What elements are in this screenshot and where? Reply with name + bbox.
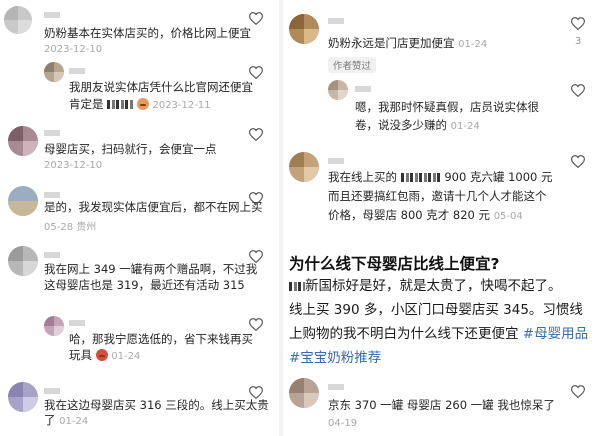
emoji-icon: [95, 349, 108, 361]
commenter-name[interactable]: [328, 382, 346, 393]
obfuscated-text: [107, 100, 134, 109]
obfuscated-text: [400, 173, 441, 182]
commenter-name[interactable]: [44, 128, 62, 139]
post-line-1: 新国标好是好，就是太贵了，快喝不起了。: [289, 274, 597, 298]
comment-date: 04-19: [328, 418, 358, 429]
replier-name[interactable]: [355, 84, 373, 95]
commenter-name[interactable]: [328, 156, 346, 167]
commenter-avatar[interactable]: [4, 6, 32, 34]
comment-date: 2023-12-10: [44, 44, 103, 55]
author-liked-badge: 作者赞过: [328, 57, 377, 73]
comment-text-line-1: 我在线上买的 900 克六罐 1000 元: [328, 170, 553, 184]
replier-avatar[interactable]: [44, 62, 64, 82]
comment-text: 是的，我发现实体店便宜后，都不在网上买: [44, 200, 263, 214]
comment-text-line-3: 价格，母婴店 800 克才 820 元 05-04: [328, 208, 523, 222]
reply-text-line-2: 玩具 01-24: [69, 348, 141, 362]
commenter-avatar[interactable]: [289, 378, 319, 408]
left-comment-panel: 奶粉基本在实体店买的，价格比网上便宜 2023-12-10 我朋友说实体店凭什么…: [0, 0, 279, 436]
commenter-avatar[interactable]: [8, 126, 38, 156]
like-heart-icon[interactable]: [571, 17, 585, 30]
like-heart-icon[interactable]: [249, 250, 263, 263]
like-heart-icon[interactable]: [571, 155, 585, 168]
post-line-3: 上购物的我不明白为什么线下还更便宜 #母婴用品: [289, 326, 589, 342]
comment-text-line-2: 这母婴店也是 319，最近还有活动 315: [44, 278, 245, 292]
commenter-avatar[interactable]: [289, 14, 319, 44]
comment-text-line-2: 而且还要搞红包雨，邀请十几个人才能这个: [328, 189, 547, 203]
right-post-panel: 奶粉永远是门店更加便宜 01-24 作者赞过 3 嗯，我那时怀疑真假，店员说实体…: [283, 0, 600, 436]
like-count: 3: [575, 36, 582, 47]
commenter-avatar[interactable]: [289, 152, 319, 182]
comment-text: 奶粉永远是门店更加便宜 01-24: [328, 36, 488, 50]
commenter-avatar[interactable]: [8, 186, 38, 216]
obfuscated-text: [289, 281, 305, 291]
like-heart-icon[interactable]: [249, 192, 263, 205]
replier-name[interactable]: [69, 66, 87, 77]
comment-date-location: 05-28 贵州: [44, 222, 97, 233]
comment-text-line-2: 了 01-24: [44, 413, 89, 427]
reply-text-line-1: 嗯，我那时怀疑真假，店员说实体很: [355, 100, 539, 114]
emoji-icon: [136, 98, 149, 110]
comment-text: 母婴店买，扫码就行，会便宜一点: [44, 142, 217, 156]
like-heart-icon[interactable]: [249, 386, 263, 399]
post-line-4: #宝宝奶粉推荐: [289, 346, 597, 370]
commenter-name[interactable]: [328, 16, 346, 27]
reply-text-line-2: 肯定是 2023-12-11: [69, 97, 211, 111]
post-line-2: 线上买 390 多，小区门口母婴店买 345。习惯线: [289, 302, 583, 318]
replier-avatar[interactable]: [328, 80, 348, 100]
comment-text: 奶粉基本在实体店买的，价格比网上便宜: [44, 26, 251, 40]
like-heart-icon[interactable]: [249, 128, 263, 141]
commenter-avatar[interactable]: [8, 246, 38, 276]
commenter-avatar[interactable]: [8, 382, 38, 412]
like-heart-icon[interactable]: [249, 66, 263, 79]
like-heart-icon[interactable]: [249, 12, 263, 25]
comment-text: 京东 370 一罐 母婴店 260 一罐 我也惊呆了: [328, 398, 555, 412]
hashtag-link[interactable]: #母婴用品: [523, 326, 588, 342]
replier-name[interactable]: [69, 318, 87, 329]
commenter-name[interactable]: [44, 10, 62, 21]
reply-text-line-1: 我朋友说实体店凭什么比官网还便宜: [69, 80, 253, 94]
post-body: 新国标好是好，就是太贵了，快喝不起了。 线上买 390 多，小区门口母婴店买 3…: [289, 274, 597, 370]
reply-text-line-2: 卷，说没多少赚的 01-24: [355, 118, 480, 132]
post-title[interactable]: 为什么线下母婴店比线上便宜?: [289, 252, 500, 274]
like-heart-icon[interactable]: [571, 385, 585, 398]
replier-avatar[interactable]: [44, 316, 64, 336]
like-heart-icon[interactable]: [249, 318, 263, 331]
hashtag-link[interactable]: #宝宝奶粉推荐: [289, 350, 381, 366]
comment-date: 2023-12-10: [44, 160, 103, 171]
like-heart-icon[interactable]: [571, 84, 585, 97]
